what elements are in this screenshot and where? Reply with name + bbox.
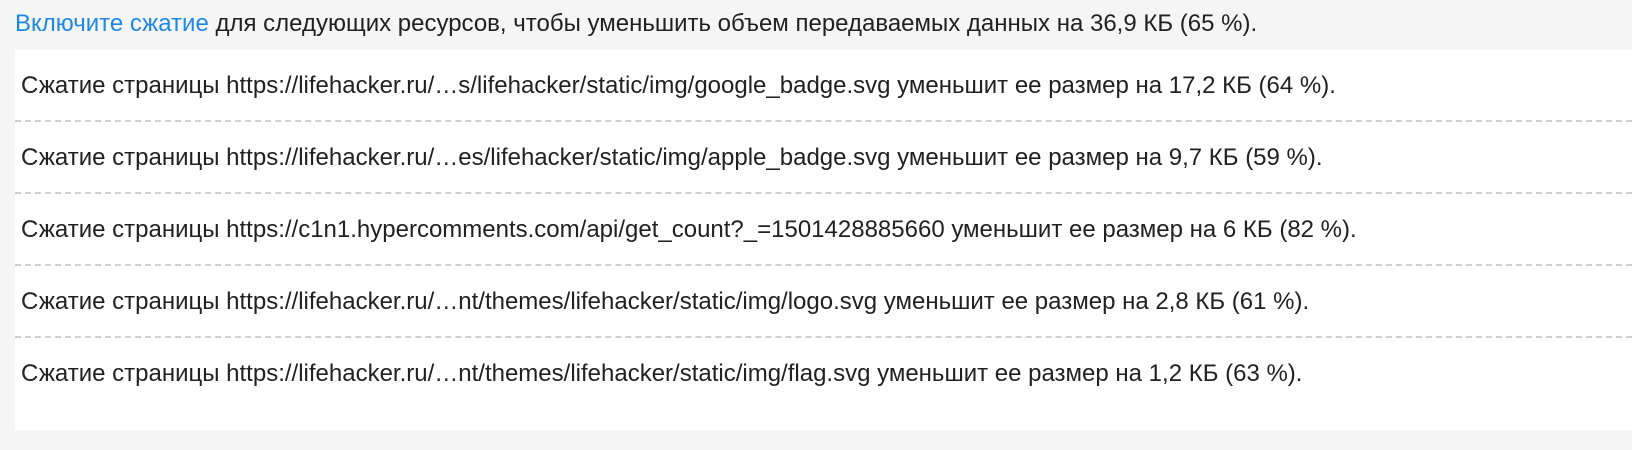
compression-summary-text: для следующих ресурсов, чтобы уменьшить …: [208, 10, 1258, 37]
resource-item: Сжатие страницы https://c1n1.hypercommen…: [15, 194, 1632, 266]
resource-item: Сжатие страницы https://lifehacker.ru/…s…: [15, 50, 1632, 122]
resource-item: Сжатие страницы https://lifehacker.ru/…n…: [21, 360, 1303, 387]
compression-summary: Включите сжатие для следующих ресурсов, …: [15, 6, 1257, 42]
enable-compression-link[interactable]: Включите сжатие: [15, 10, 209, 37]
resource-item: Сжатие страницы https://lifehacker.ru/…e…: [15, 122, 1632, 194]
resource-list: Сжатие страницы https://lifehacker.ru/…s…: [15, 50, 1632, 430]
resource-item: Сжатие страницы https://lifehacker.ru/…n…: [15, 266, 1632, 338]
